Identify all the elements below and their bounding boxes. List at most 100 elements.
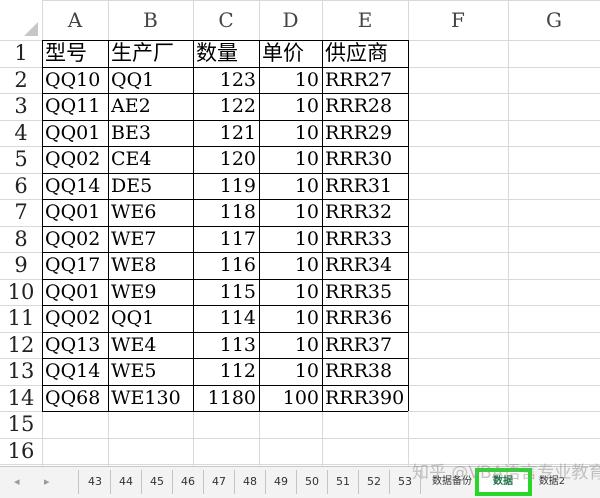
table-cell[interactable]: 115 (196, 279, 256, 306)
table-cell[interactable]: RRR36 (325, 305, 405, 332)
table-cell[interactable]: CE4 (111, 146, 190, 173)
table-cell[interactable]: 10 (262, 67, 319, 94)
table-cell[interactable]: 117 (196, 226, 256, 253)
row-header-5[interactable]: 5 (0, 146, 42, 173)
table-header-cell[interactable]: 生产厂 (111, 40, 190, 67)
row-header-13[interactable]: 13 (0, 358, 42, 385)
table-cell[interactable]: QQ02 (45, 146, 105, 173)
table-cell[interactable]: RRR32 (325, 199, 405, 226)
column-header-b[interactable]: B (108, 0, 193, 40)
tab-scroll-left-icon[interactable]: ◂ (14, 475, 20, 488)
table-cell[interactable]: 120 (196, 146, 256, 173)
table-cell[interactable]: 10 (262, 93, 319, 120)
sheet-tab-43[interactable]: 43 (80, 470, 111, 494)
table-cell[interactable]: 10 (262, 199, 319, 226)
table-header-cell[interactable]: 单价 (262, 40, 319, 67)
table-cell[interactable]: 10 (262, 358, 319, 385)
table-cell[interactable]: WE9 (111, 279, 190, 306)
table-cell[interactable]: 116 (196, 252, 256, 279)
row-header-15[interactable]: 15 (0, 411, 42, 438)
sheet-tab-49[interactable]: 49 (266, 470, 297, 494)
table-cell[interactable]: 112 (196, 358, 256, 385)
table-cell[interactable]: QQ10 (45, 67, 105, 94)
row-header-10[interactable]: 10 (0, 279, 42, 306)
row-header-9[interactable]: 9 (0, 252, 42, 279)
table-cell[interactable]: RRR31 (325, 173, 405, 200)
table-cell[interactable]: 100 (262, 385, 319, 412)
table-cell[interactable]: RRR34 (325, 252, 405, 279)
table-header-cell[interactable]: 数量 (196, 40, 256, 67)
table-cell[interactable]: QQ01 (45, 199, 105, 226)
row-header-11[interactable]: 11 (0, 305, 42, 332)
table-cell[interactable]: RRR28 (325, 93, 405, 120)
table-cell[interactable]: RRR390 (325, 385, 405, 412)
row-header-2[interactable]: 2 (0, 67, 42, 94)
sheet-tab-52[interactable]: 52 (359, 470, 390, 494)
table-cell[interactable]: QQ68 (45, 385, 105, 412)
table-cell[interactable]: QQ01 (45, 120, 105, 147)
row-header-12[interactable]: 12 (0, 332, 42, 359)
table-cell[interactable]: 118 (196, 199, 256, 226)
table-cell[interactable]: RRR33 (325, 226, 405, 253)
table-cell[interactable]: WE130 (111, 385, 190, 412)
table-cell[interactable]: WE5 (111, 358, 190, 385)
table-cell[interactable]: RRR38 (325, 358, 405, 385)
table-cell[interactable]: 1180 (196, 385, 256, 412)
sheet-tab-51[interactable]: 51 (328, 470, 359, 494)
column-header-e[interactable]: E (322, 0, 408, 40)
table-cell[interactable]: WE4 (111, 332, 190, 359)
row-header-4[interactable]: 4 (0, 120, 42, 147)
table-cell[interactable]: 10 (262, 332, 319, 359)
row-header-3[interactable]: 3 (0, 93, 42, 120)
table-cell[interactable]: QQ02 (45, 226, 105, 253)
row-header-8[interactable]: 8 (0, 226, 42, 253)
table-cell[interactable]: QQ1 (111, 67, 190, 94)
table-cell[interactable]: 119 (196, 173, 256, 200)
table-header-cell[interactable]: 型号 (45, 40, 105, 67)
column-header-g[interactable]: G (508, 0, 600, 40)
table-cell[interactable]: 10 (262, 173, 319, 200)
sheet-tab-48[interactable]: 48 (235, 470, 266, 494)
table-cell[interactable]: DE5 (111, 173, 190, 200)
table-cell[interactable]: AE2 (111, 93, 190, 120)
table-cell[interactable]: QQ1 (111, 305, 190, 332)
column-header-a[interactable]: A (42, 0, 108, 40)
table-cell[interactable]: RRR27 (325, 67, 405, 94)
row-header-16[interactable]: 16 (0, 438, 42, 465)
table-cell[interactable]: 113 (196, 332, 256, 359)
table-cell[interactable]: RRR29 (325, 120, 405, 147)
table-cell[interactable]: 114 (196, 305, 256, 332)
table-cell[interactable]: 10 (262, 305, 319, 332)
sheet-tab-46[interactable]: 46 (173, 470, 204, 494)
table-cell[interactable]: QQ11 (45, 93, 105, 120)
table-cell[interactable]: RRR37 (325, 332, 405, 359)
select-all-corner[interactable] (0, 0, 42, 40)
table-cell[interactable]: 10 (262, 279, 319, 306)
column-header-c[interactable]: C (193, 0, 259, 40)
table-cell[interactable]: WE7 (111, 226, 190, 253)
row-header-1[interactable]: 1 (0, 40, 42, 67)
row-header-6[interactable]: 6 (0, 173, 42, 200)
table-cell[interactable]: 122 (196, 93, 256, 120)
sheet-tab-44[interactable]: 44 (111, 470, 142, 494)
row-header-7[interactable]: 7 (0, 199, 42, 226)
table-cell[interactable]: WE8 (111, 252, 190, 279)
table-cell[interactable]: QQ13 (45, 332, 105, 359)
table-cell[interactable]: 10 (262, 120, 319, 147)
table-cell[interactable]: 10 (262, 226, 319, 253)
table-cell[interactable]: 10 (262, 252, 319, 279)
table-cell[interactable]: QQ14 (45, 173, 105, 200)
sheet-tab-47[interactable]: 47 (204, 470, 235, 494)
sheet-tab-50[interactable]: 50 (297, 470, 328, 494)
table-cell[interactable]: WE6 (111, 199, 190, 226)
column-header-f[interactable]: F (408, 0, 508, 40)
sheet-tab-45[interactable]: 45 (142, 470, 173, 494)
row-header-14[interactable]: 14 (0, 385, 42, 412)
table-cell[interactable]: 123 (196, 67, 256, 94)
table-cell[interactable]: 10 (262, 146, 319, 173)
table-cell[interactable]: QQ17 (45, 252, 105, 279)
tab-scroll-right-icon[interactable]: ▸ (44, 475, 50, 488)
table-cell[interactable]: QQ02 (45, 305, 105, 332)
table-header-cell[interactable]: 供应商 (325, 40, 405, 67)
table-cell[interactable]: QQ01 (45, 279, 105, 306)
